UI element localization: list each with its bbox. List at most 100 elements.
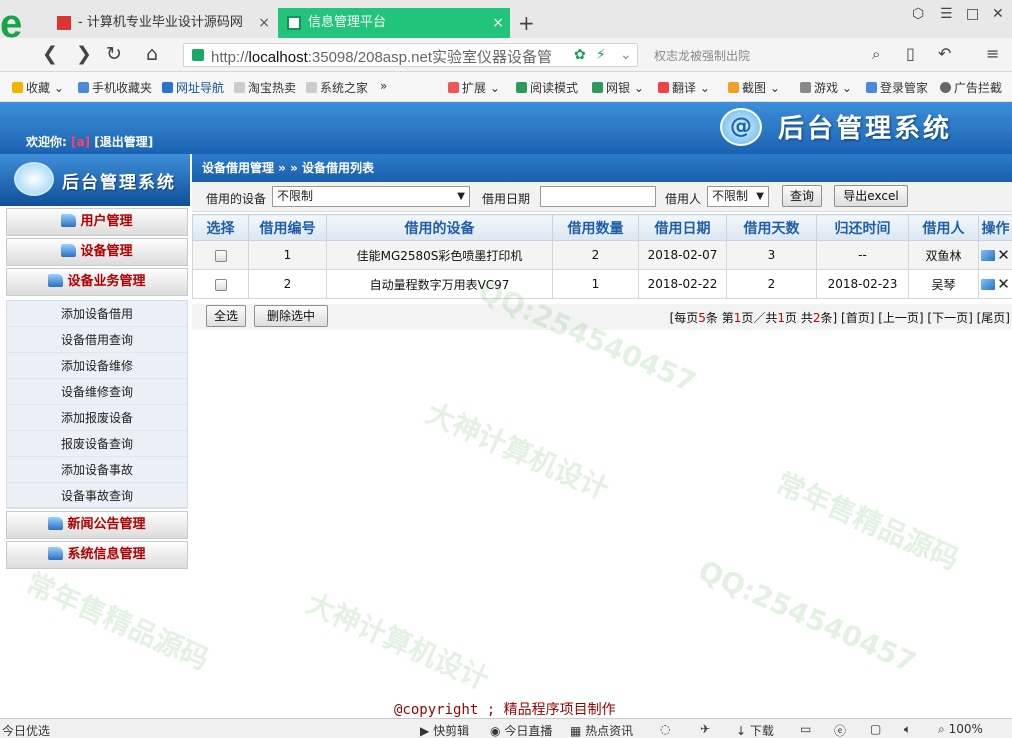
sidebar-item-add-repair[interactable]: 添加设备维修: [7, 353, 187, 379]
menu-lines-icon[interactable]: ☰: [940, 6, 953, 22]
tab-close-icon[interactable]: ×: [492, 8, 504, 38]
address-url[interactable]: http://localhost:35098/208asp.net实验室仪器设备…: [211, 46, 571, 67]
status-zoom[interactable]: ⌕ 100%: [938, 722, 983, 737]
lightning-icon[interactable]: ⚡: [596, 47, 606, 63]
sidebar-item-scrap-query[interactable]: 报废设备查询: [7, 431, 187, 457]
export-excel-button[interactable]: 导出excel: [834, 185, 908, 207]
sidebar-item-add-borrow[interactable]: 添加设备借用: [7, 301, 187, 327]
bookmark-screenshot[interactable]: 截图 ⌄: [728, 79, 780, 96]
address-bar[interactable]: http://localhost:35098/208asp.net实验室仪器设备…: [183, 43, 638, 67]
edit-icon[interactable]: [981, 249, 996, 261]
sidebar-item-add-scrap[interactable]: 添加报废设备: [7, 405, 187, 431]
pager-prev-link[interactable]: [上一页]: [878, 311, 923, 325]
status-download[interactable]: ↓ 下载: [736, 722, 774, 738]
device-filter-label: 借用的设备: [206, 192, 267, 206]
status-screen-icon[interactable]: ▭: [800, 722, 811, 736]
system-logo-icon: @: [720, 108, 762, 146]
restore-window-icon[interactable]: □: [966, 6, 979, 22]
pager-last-link[interactable]: [尾页]: [977, 311, 1010, 325]
sidebar-menu-device-business[interactable]: 设备业务管理: [6, 268, 188, 296]
sidebar-menu-news[interactable]: 新闻公告管理: [6, 511, 188, 539]
new-tab-button[interactable]: +: [518, 8, 535, 38]
refresh-icon[interactable]: ↻: [106, 43, 122, 65]
status-window-icon[interactable]: ▢: [870, 722, 881, 736]
back-icon[interactable]: ❮: [42, 43, 58, 65]
bookmark-login-manager[interactable]: 登录管家: [866, 79, 928, 96]
status-accelerate-icon[interactable]: ◌: [660, 722, 670, 736]
phone-icon[interactable]: ▯: [906, 43, 915, 65]
home-icon[interactable]: ⌂: [146, 43, 158, 65]
tab-source-site[interactable]: - 计算机专业毕业设计源码网 ×: [48, 8, 276, 38]
bookmark-more[interactable]: »: [380, 79, 387, 93]
search-icon[interactable]: ⌕: [872, 43, 880, 65]
bookmark-adblock[interactable]: 广告拦截: [940, 79, 1002, 96]
device-filter-select[interactable]: 不限制 ▼: [272, 186, 470, 207]
col-header-date: 借用日期: [638, 214, 727, 241]
status-news[interactable]: ▦ 热点资讯: [570, 722, 633, 738]
query-button[interactable]: 查询: [782, 185, 822, 207]
date-filter-input[interactable]: [540, 186, 656, 207]
forward-icon[interactable]: ❯: [76, 43, 92, 65]
search-suggestion[interactable]: 权志龙被强制出院: [654, 47, 750, 64]
bookmark-bank[interactable]: 网银 ⌄: [592, 79, 644, 96]
sidebar-item-repair-query[interactable]: 设备维修查询: [7, 379, 187, 405]
gamepad-icon: [800, 82, 811, 93]
row-checkbox[interactable]: [214, 249, 227, 262]
close-window-icon[interactable]: ✕: [992, 6, 1004, 22]
pager-next-link[interactable]: [下一页]: [927, 311, 972, 325]
cell-id: 2: [248, 269, 327, 299]
bookmark-xitong[interactable]: 系统之家: [306, 79, 368, 96]
cell-borrower: 吴琴: [908, 269, 979, 299]
sidebar-header: 后台管理系统: [0, 154, 190, 206]
skin-icon[interactable]: ⬡: [912, 6, 924, 22]
bookmark-taobao[interactable]: 淘宝热卖: [234, 79, 296, 96]
select-all-button[interactable]: 全选: [206, 305, 246, 327]
col-header-qty: 借用数量: [552, 214, 639, 241]
sidebar-item-borrow-query[interactable]: 设备借用查询: [7, 327, 187, 353]
bookmark-translate[interactable]: 翻译 ⌄: [658, 79, 710, 96]
dropdown-chevron-icon[interactable]: ⌄: [620, 47, 632, 63]
sidebar-menu-user[interactable]: 用户管理: [6, 208, 188, 236]
col-header-select: 选择: [192, 214, 249, 241]
status-quick-edit[interactable]: ▶ 快剪辑: [420, 722, 469, 738]
delete-icon[interactable]: ✕: [997, 275, 1010, 293]
browser-tab-bar: e - 计算机专业毕业设计源码网 × 信息管理平台 × + ⬡ ☰ □ ✕: [0, 0, 1012, 44]
status-live[interactable]: ◉ 今日直播: [490, 722, 552, 738]
delete-icon[interactable]: ✕: [997, 246, 1010, 264]
bookmark-reader[interactable]: 阅读模式: [516, 79, 578, 96]
edit-icon[interactable]: [981, 278, 996, 290]
col-header-device: 借用的设备: [326, 214, 553, 241]
status-tools-icon[interactable]: ✈: [700, 722, 710, 736]
bookmark-games[interactable]: 游戏 ⌄: [800, 79, 852, 96]
undo-icon[interactable]: ↶: [938, 43, 951, 65]
folder-icon: [48, 274, 64, 287]
table-row: 1 佳能MG2580S彩色喷墨打印机 2 2018-02-07 3 -- 双鱼林…: [192, 240, 1012, 270]
col-header-days: 借用天数: [726, 214, 817, 241]
sidebar-menu-system-info[interactable]: 系统信息管理: [6, 541, 188, 569]
delete-selected-button[interactable]: 删除选中: [254, 305, 328, 327]
sidebar-item-add-accident[interactable]: 添加设备事故: [7, 457, 187, 483]
dropdown-arrow-icon: ▼: [756, 191, 764, 202]
bookmark-extensions[interactable]: 扩展 ⌄: [448, 79, 500, 96]
download-icon: ↓: [736, 724, 747, 738]
bookmark-mobile[interactable]: 手机收藏夹: [78, 79, 152, 96]
grid-icon: [448, 82, 459, 93]
breadcrumb: 设备借用管理 » » 设备借用列表: [192, 154, 1012, 182]
cell-days: 2: [726, 269, 817, 299]
borrower-filter-select[interactable]: 不限制 ▼: [707, 186, 769, 207]
logout-link[interactable]: [退出管理]: [94, 135, 153, 149]
col-header-actions: 操作: [978, 214, 1012, 241]
status-recommend[interactable]: 今日优选: [2, 722, 50, 738]
row-checkbox[interactable]: [214, 278, 227, 291]
tab-close-icon[interactable]: ×: [258, 8, 270, 38]
status-volume-icon[interactable]: 🔈︎: [904, 722, 911, 737]
bookmark-favorites[interactable]: 收藏 ⌄: [12, 79, 64, 96]
speed-mode-icon[interactable]: ✿: [574, 47, 586, 63]
pager-first-link[interactable]: [首页]: [841, 311, 874, 325]
sidebar-item-accident-query[interactable]: 设备事故查询: [7, 483, 187, 509]
bookmark-nav[interactable]: 网址导航: [162, 79, 224, 96]
menu-icon[interactable]: ≡: [986, 43, 999, 65]
sidebar-menu-device[interactable]: 设备管理: [6, 238, 188, 266]
tab-info-platform[interactable]: 信息管理平台 ×: [278, 8, 510, 38]
status-ie-icon[interactable]: ⓔ: [834, 722, 846, 738]
